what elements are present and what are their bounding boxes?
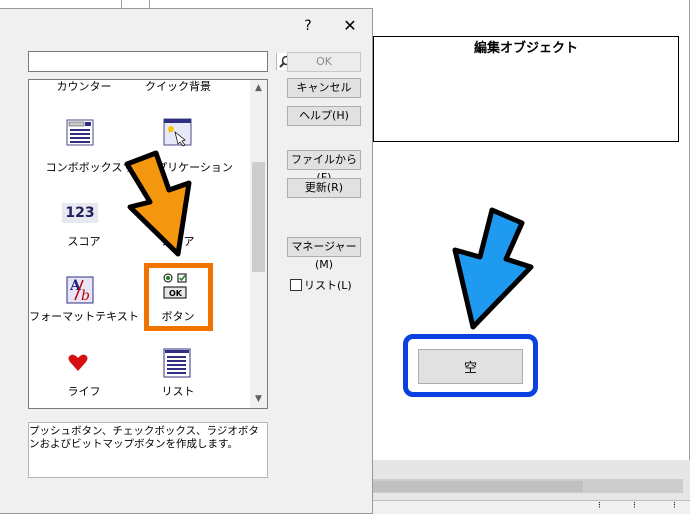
orange-arrow [124, 150, 192, 257]
status-bar: ⁝ ⁝ ⁝ [373, 500, 690, 514]
edit-object-title: 編集オブジェクト [473, 41, 578, 56]
vertical-scrollbar-thumb[interactable] [252, 162, 265, 272]
search-input[interactable] [28, 51, 294, 72]
cancel-button[interactable]: キャンセル [287, 78, 361, 98]
score-icon[interactable]: 123 [62, 203, 98, 223]
list-checkbox[interactable] [290, 279, 302, 291]
insert-object-dialog: ? ✕ カウンター クイック背景 コンボボックス サブアプリケーション 123 … [0, 8, 373, 514]
from-file-button[interactable]: ファイルから(F) [287, 150, 361, 184]
vertical-scrollbar[interactable]: ▲ ▼ [250, 80, 267, 408]
background-divider [121, 0, 122, 8]
scroll-up-arrow-icon[interactable]: ▲ [250, 80, 267, 97]
list-icon[interactable] [163, 348, 193, 378]
ok-button[interactable]: OK [287, 52, 361, 72]
help-h-button[interactable]: ヘルプ(H) [287, 106, 361, 126]
status-indicator-icon: ⁝ [598, 501, 601, 511]
list-checkbox-label[interactable]: リスト(L) [304, 277, 352, 293]
edit-object-panel: 編集オブジェクト [373, 36, 679, 142]
help-button[interactable]: ? [297, 15, 319, 37]
status-indicator-icon: ⁝ [673, 501, 676, 511]
format-text-icon[interactable]: A b [66, 276, 96, 306]
sub-application-icon[interactable] [163, 117, 193, 147]
background-top [0, 0, 690, 8]
update-button[interactable]: 更新(R) [287, 178, 361, 198]
list-item-list[interactable]: リスト [123, 383, 233, 399]
horizontal-scrollbar-thumb[interactable] [373, 481, 583, 492]
button-item-highlight [144, 263, 213, 331]
close-button[interactable]: ✕ [338, 14, 362, 38]
background-divider [149, 0, 150, 8]
svg-text:b: b [81, 288, 90, 304]
description-text: プッシュボタン、チェックボックス、ラジオボタンおよびビットマップボタンを作成しま… [28, 422, 268, 478]
heart-icon[interactable] [67, 352, 89, 374]
manager-button[interactable]: マネージャー(M) [287, 237, 361, 271]
blue-arrow [452, 207, 534, 330]
scroll-down-arrow-icon[interactable]: ▼ [250, 391, 267, 408]
combobox-icon[interactable] [66, 117, 96, 147]
empty-button[interactable]: 空 [418, 349, 523, 384]
status-indicator-icon: ⁝ [633, 501, 636, 511]
list-item-label[interactable]: クイック背景 [123, 80, 233, 94]
